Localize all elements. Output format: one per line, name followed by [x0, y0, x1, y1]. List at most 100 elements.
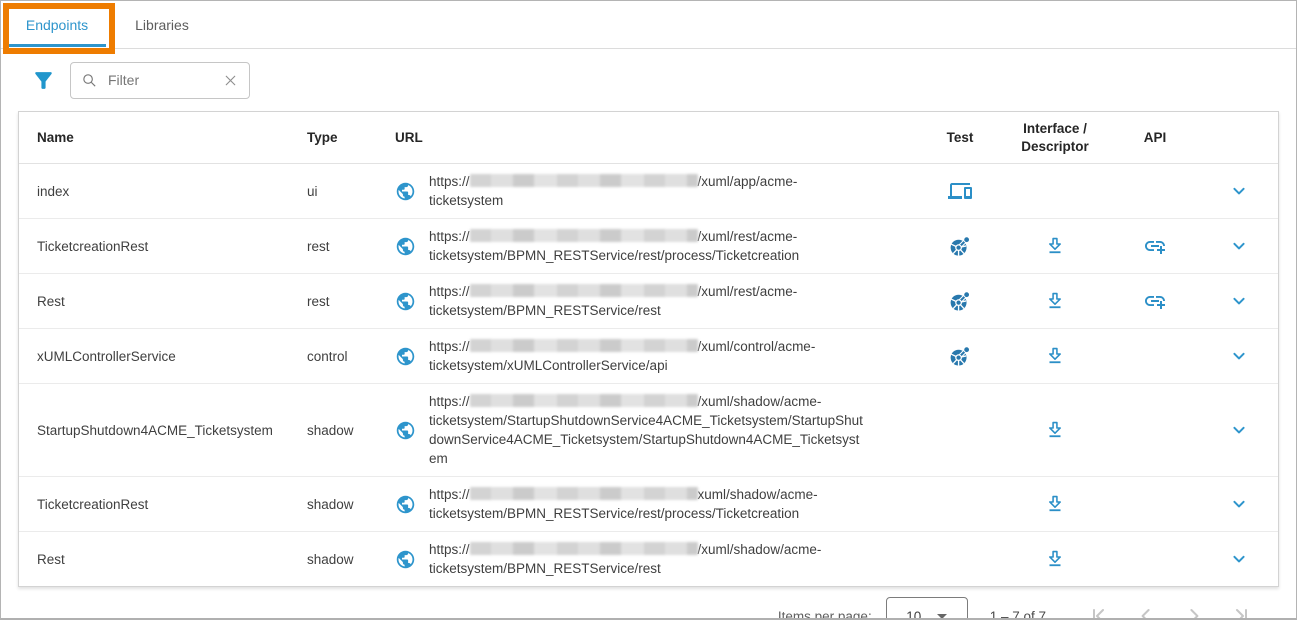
endpoint-type: rest [307, 239, 395, 254]
items-per-page-label: Items per page: [778, 609, 872, 620]
endpoint-url[interactable]: https:///xuml/shadow/acme-ticketsystem/S… [429, 392, 863, 468]
add-api-link-icon[interactable] [1143, 234, 1167, 258]
api-cell [1143, 289, 1167, 313]
table-row: StartupShutdown4ACME_Ticketsystem shadow… [19, 384, 1278, 477]
endpoint-type: ui [307, 184, 395, 199]
tab-libraries-label: Libraries [135, 17, 189, 33]
endpoint-url-cell: https:///xuml/rest/acme-ticketsystem/BPM… [395, 219, 915, 273]
chevron-down-icon[interactable] [1227, 289, 1251, 313]
chevron-down-icon[interactable] [1227, 547, 1251, 571]
endpoint-url-cell: https:///xuml/shadow/acme-ticketsystem/S… [395, 384, 915, 476]
pagination-nav [1086, 604, 1254, 620]
table-row: TicketcreationRest shadow https://xuml/s… [19, 477, 1278, 532]
endpoint-url[interactable]: https://xuml/shadow/acme-ticketsystem/BP… [429, 485, 863, 523]
redacted-url-segment [470, 174, 698, 187]
download-descriptor-icon[interactable] [1044, 290, 1066, 312]
table-row: Rest shadow https:///xuml/shadow/acme-ti… [19, 532, 1278, 586]
endpoint-url-cell: https:///xuml/control/acme-ticketsystem/… [395, 329, 915, 383]
filter-icon[interactable] [31, 67, 57, 93]
test-cell [949, 290, 972, 313]
chevron-down-icon[interactable] [1227, 179, 1251, 203]
descriptor-cell [1044, 345, 1066, 367]
globe-icon [395, 420, 416, 441]
devices-test-icon[interactable] [948, 179, 972, 203]
redacted-url-segment [470, 542, 698, 555]
table-row: TicketcreationRest rest https:///xuml/re… [19, 219, 1278, 274]
globe-icon [395, 181, 416, 202]
swagger-test-icon[interactable] [949, 345, 972, 368]
table-row: Rest rest https:///xuml/rest/acme-ticket… [19, 274, 1278, 329]
download-descriptor-icon[interactable] [1044, 235, 1066, 257]
chevron-down-icon[interactable] [1227, 344, 1251, 368]
endpoint-url[interactable]: https:///xuml/rest/acme-ticketsystem/BPM… [429, 227, 863, 265]
expand-cell [1227, 179, 1251, 203]
endpoint-name: TicketcreationRest [37, 239, 307, 254]
test-cell [948, 179, 972, 203]
expand-cell [1227, 289, 1251, 313]
swagger-test-icon[interactable] [949, 235, 972, 258]
last-page-icon[interactable] [1230, 604, 1254, 620]
chevron-down-icon[interactable] [1227, 492, 1251, 516]
api-cell [1143, 234, 1167, 258]
endpoints-page: Endpoints Libraries Name Type URL Test [0, 0, 1297, 620]
globe-icon [395, 346, 416, 367]
page-size-select[interactable]: 10 [886, 597, 968, 620]
redacted-url-segment [470, 284, 698, 297]
endpoint-url[interactable]: https:///xuml/control/acme-ticketsystem/… [429, 337, 863, 375]
endpoint-type: shadow [307, 423, 395, 438]
next-page-icon[interactable] [1182, 604, 1206, 620]
search-icon [81, 72, 98, 89]
endpoint-url[interactable]: https:///xuml/shadow/acme-ticketsystem/B… [429, 540, 863, 578]
globe-icon [395, 236, 416, 257]
column-header-url: URL [395, 130, 915, 145]
swagger-test-icon[interactable] [949, 290, 972, 313]
endpoints-table: Name Type URL Test Interface / Descripto… [18, 111, 1279, 587]
column-header-type: Type [307, 130, 395, 145]
table-body: index ui https:///xuml/app/acme-ticketsy… [19, 164, 1278, 586]
descriptor-cell [1044, 235, 1066, 257]
endpoint-name: Rest [37, 552, 307, 567]
endpoint-url-cell: https:///xuml/rest/acme-ticketsystem/BPM… [395, 274, 915, 328]
tab-endpoints[interactable]: Endpoints [1, 1, 113, 48]
tab-endpoints-label: Endpoints [26, 17, 88, 33]
select-arrow-icon [937, 614, 947, 619]
previous-page-icon[interactable] [1134, 604, 1158, 620]
table-row: index ui https:///xuml/app/acme-ticketsy… [19, 164, 1278, 219]
endpoint-type: rest [307, 294, 395, 309]
expand-cell [1227, 418, 1251, 442]
descriptor-cell [1044, 290, 1066, 312]
filter-row [1, 49, 1296, 111]
endpoint-url-cell: https:///xuml/shadow/acme-ticketsystem/B… [395, 532, 915, 586]
endpoint-name: index [37, 184, 307, 199]
chevron-down-icon[interactable] [1227, 234, 1251, 258]
download-descriptor-icon[interactable] [1044, 345, 1066, 367]
endpoint-url[interactable]: https:///xuml/rest/acme-ticketsystem/BPM… [429, 282, 863, 320]
endpoint-url-cell: https://xuml/shadow/acme-ticketsystem/BP… [395, 477, 915, 531]
active-tab-indicator [8, 44, 106, 47]
tab-libraries[interactable]: Libraries [113, 1, 211, 48]
endpoint-name: xUMLControllerService [37, 349, 307, 364]
filter-input-box [70, 62, 250, 99]
expand-cell [1227, 234, 1251, 258]
column-header-descriptor: Interface / Descriptor [1021, 120, 1089, 156]
endpoint-url[interactable]: https:///xuml/app/acme-ticketsystem [429, 172, 863, 210]
first-page-icon[interactable] [1086, 604, 1110, 620]
clear-icon[interactable] [222, 72, 239, 89]
add-api-link-icon[interactable] [1143, 289, 1167, 313]
chevron-down-icon[interactable] [1227, 418, 1251, 442]
endpoint-name: Rest [37, 294, 307, 309]
column-header-api: API [1144, 129, 1167, 147]
descriptor-cell [1044, 493, 1066, 515]
redacted-url-segment [470, 229, 698, 242]
column-header-name: Name [37, 130, 307, 145]
expand-cell [1227, 547, 1251, 571]
download-descriptor-icon[interactable] [1044, 493, 1066, 515]
globe-icon [395, 549, 416, 570]
paginator: Items per page: 10 1 – 7 of 7 [1, 587, 1296, 620]
redacted-url-segment [470, 487, 698, 500]
download-descriptor-icon[interactable] [1044, 548, 1066, 570]
redacted-url-segment [470, 394, 698, 407]
filter-input[interactable] [106, 71, 222, 89]
download-descriptor-icon[interactable] [1044, 419, 1066, 441]
globe-icon [395, 494, 416, 515]
